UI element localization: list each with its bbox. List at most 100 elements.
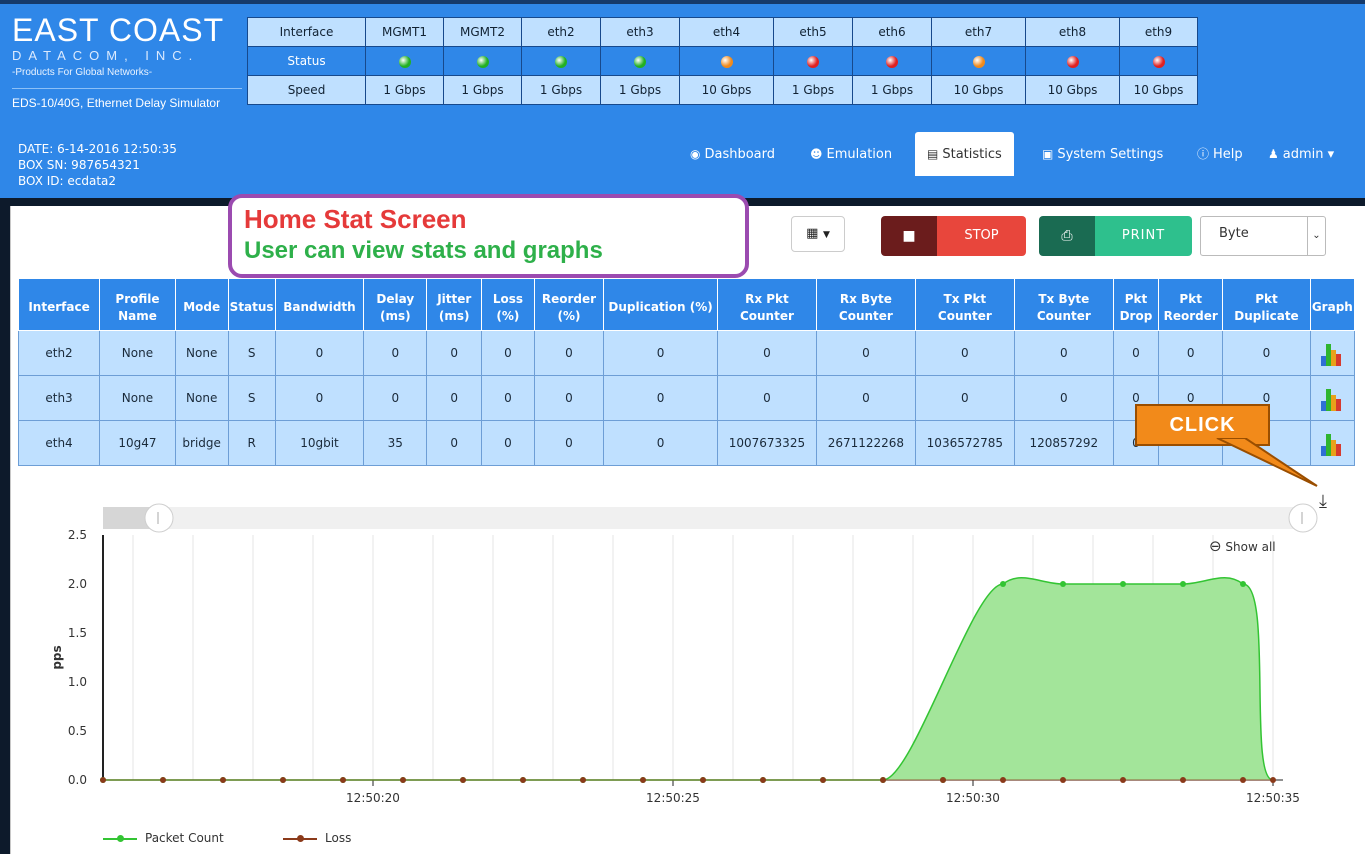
table-cell: 0 — [533, 330, 605, 376]
column-header[interactable]: Rx Byte Counter — [815, 278, 916, 331]
users-icon: ☻ — [810, 147, 823, 161]
legend-item[interactable]: Loss — [283, 831, 351, 845]
interface-row-label: Speed — [247, 75, 366, 105]
loss-point — [880, 777, 886, 783]
table-cell: 0 — [274, 375, 365, 421]
loss-point — [160, 777, 166, 783]
caret-down-icon: ▾ — [1323, 147, 1335, 162]
table-cell: 0 — [815, 375, 916, 421]
nav-system-settings-label: System Settings — [1057, 147, 1164, 162]
interface-status — [521, 46, 601, 76]
interface-status — [600, 46, 680, 76]
column-header[interactable]: Rx Pkt Counter — [716, 278, 817, 331]
loss-point — [280, 777, 286, 783]
legend-label: Loss — [325, 831, 352, 845]
interface-status — [679, 46, 774, 76]
y-axis-label: pps — [50, 645, 64, 669]
show-all-button[interactable]: ⊖ Show all — [1209, 537, 1276, 555]
columns-toggle-button[interactable]: ▦ ▼ — [791, 216, 845, 252]
unit-select[interactable]: Byte ⌄ — [1200, 216, 1326, 256]
status-indicator-icon — [807, 55, 819, 68]
table-cell: 0 — [1222, 330, 1311, 376]
table-cell: None — [174, 330, 229, 376]
interface-status — [365, 46, 444, 76]
column-header[interactable]: Bandwidth — [274, 278, 365, 331]
interface-speed: 1 Gbps — [773, 75, 853, 105]
column-header[interactable]: Status — [227, 278, 276, 331]
y-tick-label: 0.5 — [68, 724, 87, 738]
nav-help[interactable]: ⓘ Help — [1197, 132, 1243, 176]
download-icon[interactable]: ⤓ — [1319, 491, 1327, 512]
bar-chart-icon[interactable] — [1320, 340, 1344, 366]
table-cell: 0 — [914, 330, 1015, 376]
status-indicator-icon — [555, 55, 567, 68]
nav-user-menu[interactable]: ♟ admin ▾ — [1268, 132, 1334, 176]
loss-point — [1060, 777, 1066, 783]
dashboard-icon: ◉ — [690, 147, 701, 161]
table-cell: None — [99, 375, 176, 421]
interface-name: eth8 — [1025, 17, 1120, 47]
loss-point — [700, 777, 706, 783]
loss-point — [100, 777, 106, 783]
status-indicator-icon — [1152, 55, 1165, 68]
column-header[interactable]: Profile Name — [99, 278, 176, 331]
packet-count-point — [1240, 581, 1246, 587]
interface-name: eth3 — [600, 17, 680, 47]
range-handle-right — [1288, 503, 1318, 533]
box-date: DATE: 6-14-2016 12:50:35 — [18, 142, 177, 156]
loss-point — [1120, 777, 1126, 783]
table-cell: 0 — [481, 330, 535, 376]
bar-chart-icon[interactable] — [1320, 385, 1344, 411]
table-cell: 10g47 — [99, 420, 176, 466]
loss-point — [1240, 777, 1246, 783]
legend-label: Packet Count — [145, 831, 224, 845]
caret-down-icon: ▼ — [822, 230, 830, 240]
nav-user-label: admin — [1282, 147, 1324, 162]
table-cell: 0 — [603, 420, 718, 466]
y-tick-label: 0.0 — [68, 773, 87, 787]
table-cell: 0 — [815, 330, 916, 376]
column-header[interactable]: Duplication (%) — [603, 278, 718, 331]
loss-point — [1270, 777, 1276, 783]
column-header[interactable]: Reorder (%) — [533, 278, 605, 331]
column-header[interactable]: Jitter (ms) — [426, 278, 483, 331]
graph-cell — [1309, 330, 1356, 376]
interface-status — [852, 46, 932, 76]
x-tick-label: 12:50:20 — [346, 791, 400, 805]
column-header[interactable]: Interface — [17, 278, 101, 331]
column-header[interactable]: Pkt Reorder — [1158, 278, 1224, 331]
column-header[interactable]: Loss (%) — [481, 278, 535, 331]
table-cell: 35 — [363, 420, 428, 466]
stop-button[interactable]: ■ STOP — [881, 216, 1026, 256]
nav-emulation-label: Emulation — [826, 147, 893, 162]
nav-dashboard[interactable]: ◉ Dashboard — [690, 132, 775, 176]
nav-emulation[interactable]: ☻ Emulation — [810, 132, 892, 176]
interface-speed: 1 Gbps — [443, 75, 522, 105]
nav-statistics[interactable]: ▤ Statistics — [915, 132, 1014, 176]
packet-chart: 0.0 0.5 1.0 1.5 2.0 2.5 pps 12:50:20 12:50:25 12:… — [50, 503, 1318, 805]
column-header[interactable]: Graph — [1309, 278, 1356, 331]
table-cell: R — [227, 420, 276, 466]
table-cell: 0 — [363, 375, 428, 421]
print-button[interactable]: ⎙ PRINT — [1039, 216, 1192, 256]
status-indicator-icon — [720, 55, 733, 68]
nav-statistics-label: Statistics — [942, 147, 1002, 162]
column-header[interactable]: Tx Byte Counter — [1013, 278, 1114, 331]
interface-speed: 1 Gbps — [600, 75, 680, 105]
nav-system-settings[interactable]: ▣ System Settings — [1042, 132, 1163, 176]
column-header[interactable]: Mode — [174, 278, 229, 331]
show-all-label: Show all — [1225, 540, 1276, 554]
packet-count-area — [883, 577, 1273, 780]
column-header[interactable]: Pkt Drop — [1112, 278, 1160, 331]
column-header[interactable]: Delay (ms) — [363, 278, 428, 331]
column-header[interactable]: Pkt Duplicate — [1222, 278, 1311, 331]
column-header[interactable]: Tx Pkt Counter — [914, 278, 1015, 331]
y-tick-label: 2.0 — [68, 577, 87, 591]
legend-item[interactable]: Packet Count — [103, 831, 224, 845]
table-cell: 0 — [533, 420, 605, 466]
table-cell: 0 — [426, 330, 483, 376]
interface-row-label: Interface — [247, 17, 366, 47]
loss-point — [520, 777, 526, 783]
legend-swatch — [103, 834, 137, 842]
x-tick-label: 12:50:35 — [1246, 791, 1300, 805]
